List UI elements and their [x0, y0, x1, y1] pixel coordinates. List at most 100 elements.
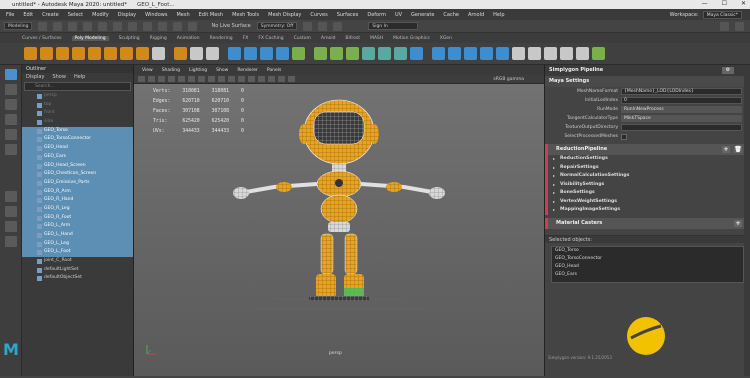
shelf-tab-mash[interactable]: MASH [370, 36, 383, 41]
resolution-gate-icon[interactable] [198, 76, 205, 82]
camera-attributes-icon[interactable] [148, 76, 155, 82]
viewport-menu-panels[interactable]: Panels [267, 68, 281, 73]
menu-select[interactable]: Select [68, 12, 83, 18]
setting-dropdown[interactable]: MikkTSpace [621, 115, 742, 122]
menu-cache[interactable]: Cache [443, 12, 459, 18]
combine-icon[interactable] [228, 47, 241, 60]
harden-edge-icon[interactable] [560, 47, 573, 60]
cut-uv-icon[interactable] [480, 47, 493, 60]
outliner-item[interactable]: GEO_Head [22, 144, 133, 153]
layout-four-icon[interactable] [4, 206, 17, 217]
maximize-icon[interactable]: ☐ [722, 0, 727, 7]
minimize-icon[interactable]: — [702, 0, 708, 7]
shelf-tab-sculpting[interactable]: Sculpting [119, 36, 140, 41]
new-scene-icon[interactable] [38, 21, 48, 31]
menu-deform[interactable]: Deform [367, 12, 386, 18]
image-plane-icon[interactable] [168, 76, 175, 82]
setting-checkbox[interactable] [621, 133, 627, 140]
poly-cube-icon[interactable] [40, 47, 53, 60]
shelf-tab-animation[interactable]: Animation [177, 36, 200, 41]
snap-curve-icon[interactable] [173, 21, 183, 31]
setting-input[interactable] [621, 124, 742, 131]
setting-dropdown[interactable]: RunInNewProcess [621, 106, 742, 113]
type-tool-icon[interactable] [190, 47, 203, 60]
extrude-icon[interactable] [314, 47, 327, 60]
rotate-tool-icon[interactable] [4, 129, 17, 140]
shelf-tab-custom[interactable]: Custom [294, 36, 311, 41]
outliner-search-input[interactable]: Search... [24, 82, 131, 91]
outliner-item[interactable]: GEO_Chestlcon_Screen [22, 170, 133, 179]
poly-plane-icon[interactable] [104, 47, 117, 60]
open-scene-icon[interactable] [53, 21, 63, 31]
color-space-select[interactable]: sRGB gamma [493, 77, 524, 82]
menu-modify[interactable]: Modify [92, 12, 109, 18]
menu-generate[interactable]: Generate [411, 12, 434, 18]
snap-point-icon[interactable] [188, 21, 198, 31]
menu-mesh-display[interactable]: Mesh Display [268, 12, 301, 18]
outliner-item[interactable]: front [22, 109, 133, 118]
textured-icon[interactable] [238, 76, 245, 82]
target-weld-icon[interactable] [378, 47, 391, 60]
sew-uv-icon[interactable] [496, 47, 509, 60]
platonic-solid-icon[interactable] [136, 47, 149, 60]
soften-edge-icon[interactable] [544, 47, 557, 60]
outliner-item[interactable]: joint_C_Root [22, 257, 133, 266]
outliner-item[interactable]: GEO_Ears [22, 152, 133, 162]
shelf-tab-curves-surfaces[interactable]: Curves / Surfaces [22, 36, 62, 41]
select-component-icon[interactable] [143, 21, 153, 31]
automatic-map-icon[interactable] [464, 47, 477, 60]
layout-outliner-icon[interactable] [4, 236, 17, 247]
shelf-tab-rigging[interactable]: Rigging [150, 36, 167, 41]
reduction-setting-item[interactable]: MappingImageSettings [545, 206, 750, 215]
menu-edit-mesh[interactable]: Edit Mesh [199, 12, 223, 18]
bridge-icon[interactable] [330, 47, 343, 60]
menu-mesh[interactable]: Mesh [176, 12, 189, 18]
document-tab[interactable]: GEO_L_Foot... [137, 2, 175, 8]
live-surface-label[interactable]: No Live Surface [211, 23, 250, 29]
reduction-setting-item[interactable]: VisibilitySettings [545, 180, 750, 189]
outliner-item[interactable]: defaultLightSet [22, 266, 133, 275]
menu-display[interactable]: Display [118, 12, 136, 18]
outliner-item[interactable]: persp [22, 92, 133, 101]
ambient-occlusion-icon[interactable] [268, 76, 275, 82]
outliner-menu-display[interactable]: Display [26, 73, 44, 81]
smooth-icon[interactable] [260, 47, 273, 60]
maya-settings-header[interactable]: Maya Settings [545, 76, 750, 87]
redo-icon[interactable] [98, 21, 108, 31]
save-scene-icon[interactable] [68, 21, 78, 31]
selected-object-item[interactable]: GEO_Head [552, 263, 743, 271]
move-tool-icon[interactable] [4, 114, 17, 125]
film-gate-icon[interactable] [188, 76, 195, 82]
outliner-item[interactable]: GEO_R_Foot [22, 213, 133, 223]
viewport-menu-show[interactable]: Show [216, 68, 228, 73]
outliner-menu-show[interactable]: Show [52, 73, 66, 81]
shelf-tab-fx[interactable]: FX [243, 36, 249, 41]
shelf-tab-fx-caching[interactable]: FX Caching [258, 36, 283, 41]
viewport-menu-shading[interactable]: Shading [162, 68, 180, 73]
outliner-item[interactable]: GEO_R_Leg [22, 204, 133, 214]
render-settings-icon[interactable] [333, 21, 343, 31]
outliner-item[interactable]: top [22, 101, 133, 110]
menu-windows[interactable]: Windows [145, 12, 167, 18]
quad-draw-icon[interactable] [410, 47, 423, 60]
outliner-item[interactable]: GEO_R_Hand [22, 196, 133, 205]
add-material-caster-button[interactable]: + [734, 219, 742, 227]
outliner-item[interactable]: GEO_L_Hand [22, 231, 133, 240]
close-icon[interactable]: ✕ [741, 0, 746, 7]
reduction-setting-item[interactable]: BoneSettings [545, 189, 750, 198]
isolate-select-icon[interactable] [288, 76, 295, 82]
selected-objects-list[interactable]: GEO_Torso GEO_TorsoConnector GEO_Head GEO_E… [551, 245, 744, 283]
reduction-setting-item[interactable]: ReductionSettings [545, 155, 750, 164]
sign-in-button[interactable]: Sign In [368, 22, 419, 30]
outliner-item[interactable]: GEO_L_Arm [22, 222, 133, 231]
menu-surfaces[interactable]: Surfaces [337, 12, 359, 18]
viewport-menu-renderer[interactable]: Renderer [237, 68, 258, 73]
wireframe-on-shaded-icon[interactable] [228, 76, 235, 82]
multi-cut-icon[interactable] [362, 47, 375, 60]
smooth-shade-icon[interactable] [218, 76, 225, 82]
ipr-render-icon[interactable] [318, 21, 328, 31]
selected-object-item[interactable]: GEO_Ears [552, 271, 743, 279]
bevel-icon[interactable] [346, 47, 359, 60]
paint-select-tool-icon[interactable] [4, 99, 17, 110]
shelf-tab-arnold[interactable]: Arnold [321, 36, 336, 41]
